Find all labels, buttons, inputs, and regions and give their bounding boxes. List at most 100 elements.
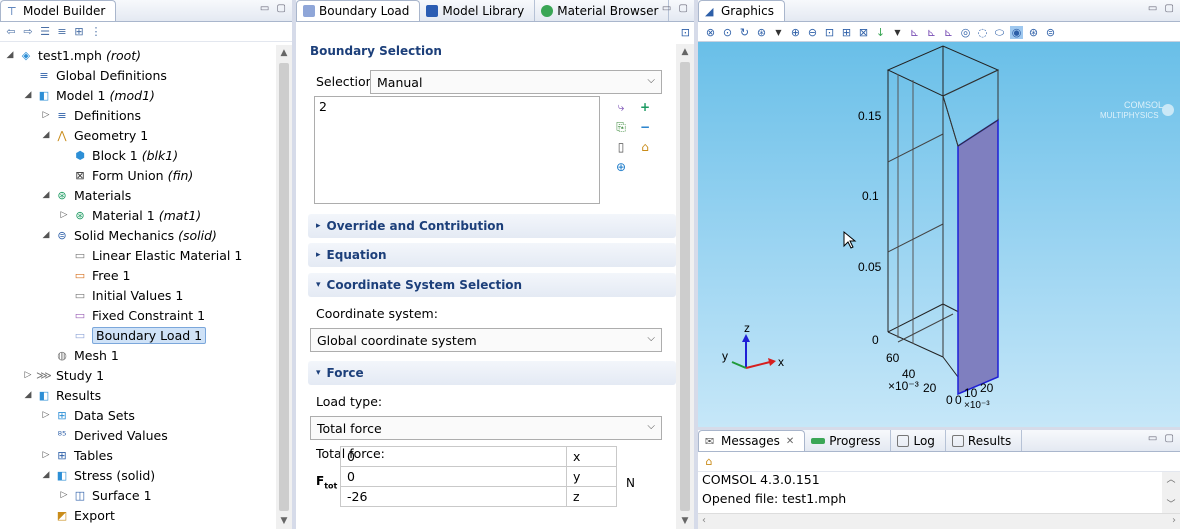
tree-node-material-1[interactable]: ▷ ⊛ Material 1 (mat1): [0, 205, 276, 225]
collapse-all-icon[interactable]: ≡: [55, 25, 69, 39]
selected-entity[interactable]: 2: [319, 99, 595, 114]
tree-node-tables[interactable]: ▷ ⊞ Tables: [0, 445, 276, 465]
dock-icon[interactable]: ⊡: [681, 26, 690, 39]
window-controls[interactable]: ▭ ▢: [260, 3, 288, 14]
tree-node-global-definitions[interactable]: ≡ Global Definitions: [0, 65, 276, 85]
tree-node-data-sets[interactable]: ▷ ⊞ Data Sets: [0, 405, 276, 425]
copy-selection-icon[interactable]: ⎘: [614, 120, 628, 134]
force-component-input[interactable]: 0: [340, 446, 567, 467]
expanded-triangle-icon[interactable]: ◢: [4, 50, 16, 60]
collapsed-triangle-icon[interactable]: ▷: [58, 210, 70, 220]
scroll-up-icon[interactable]: ︿: [1162, 472, 1180, 488]
view-dropdown-icon[interactable]: ▼: [891, 26, 904, 39]
clear-messages-icon[interactable]: ⌂: [702, 455, 716, 469]
axis-icon[interactable]: ↓: [874, 26, 887, 39]
model-tree-scrollbar[interactable]: ▲ ▼: [276, 45, 292, 529]
window-controls[interactable]: ▭ ▢: [662, 3, 690, 14]
selection-list[interactable]: 2: [314, 96, 600, 204]
view-zx-icon[interactable]: ⊾: [942, 26, 955, 39]
tab-model-builder[interactable]: ⊤ Model Builder: [0, 0, 117, 21]
scroll-down-icon[interactable]: ▼: [276, 513, 292, 529]
tree-node-linear-elastic-material-1[interactable]: ▭ Linear Elastic Material 1: [0, 245, 276, 265]
tab-results[interactable]: Results: [946, 430, 1023, 451]
scene-light-icon[interactable]: ◎: [959, 26, 972, 39]
tree-node-stress-solid[interactable]: ◢ ◧ Stress (solid): [0, 465, 276, 485]
zoom-selected-icon[interactable]: ⊞: [840, 26, 853, 39]
tree-view-icon[interactable]: ⊞: [72, 25, 86, 39]
coordinate-system-dropdown[interactable]: Global coordinate system ⌵: [310, 328, 662, 352]
collapsed-triangle-icon[interactable]: ▷: [22, 370, 34, 380]
expand-all-icon[interactable]: ☰: [38, 25, 52, 39]
print-icon[interactable]: ⊜: [1044, 26, 1057, 39]
tree-node-surface-1[interactable]: ▷ ◫ Surface 1: [0, 485, 276, 505]
clear-selection-icon[interactable]: ▯: [614, 140, 628, 154]
tree-node-study-1[interactable]: ▷ ⋙ Study 1: [0, 365, 276, 385]
force-component-input[interactable]: 0: [340, 466, 567, 487]
messages-hscrollbar[interactable]: ‹ ›: [698, 513, 1180, 529]
tree-node-free-1[interactable]: ▭ Free 1: [0, 265, 276, 285]
tree-node-definitions[interactable]: ▷ ≡ Definitions: [0, 105, 276, 125]
reset-icon[interactable]: ⊛: [1027, 26, 1040, 39]
zoom-out-icon[interactable]: ⊖: [806, 26, 819, 39]
scroll-down-icon[interactable]: ▼: [676, 513, 694, 529]
collapsed-triangle-icon[interactable]: ▷: [40, 450, 52, 460]
tab-boundary-load[interactable]: Boundary Load: [296, 0, 421, 21]
collapsed-triangle-icon[interactable]: ▷: [40, 110, 52, 120]
zoom-in-icon[interactable]: ⊕: [789, 26, 802, 39]
selection-dropdown[interactable]: Manual ⌵: [370, 70, 662, 94]
zoom-to-selection-icon[interactable]: ⊕: [614, 160, 628, 174]
wireframe-icon[interactable]: ⬭: [993, 26, 1006, 39]
rotate-icon[interactable]: ↻: [738, 26, 751, 39]
tree-node-geometry-1[interactable]: ◢ ⋀ Geometry 1: [0, 125, 276, 145]
model-3d-view[interactable]: 0.15 0.1 0.05 0 60 40 ×10⁻³ 20 0 0 10 20…: [698, 42, 1180, 427]
expanded-triangle-icon[interactable]: ◢: [40, 190, 52, 200]
expanded-triangle-icon[interactable]: ◢: [22, 90, 34, 100]
tree-node-form-union[interactable]: ⊠ Form Union (fin): [0, 165, 276, 185]
tab-progress[interactable]: Progress: [805, 430, 892, 451]
back-arrow-icon[interactable]: ⇦: [4, 25, 18, 39]
tree-node-test1-mph[interactable]: ◢ ◈ test1.mph (root): [0, 45, 276, 65]
scroll-thumb[interactable]: [680, 62, 690, 511]
hide-icon[interactable]: ⊗: [704, 26, 717, 39]
section-coordinate-system-selection[interactable]: ▾ Coordinate System Selection: [308, 273, 676, 297]
expanded-triangle-icon[interactable]: ◢: [40, 230, 52, 240]
view-yz-icon[interactable]: ⊾: [925, 26, 938, 39]
force-component-input[interactable]: -26: [340, 486, 567, 507]
settings-scrollbar[interactable]: ▲ ▼: [676, 44, 694, 529]
zoom-extents-icon[interactable]: ⊠: [857, 26, 870, 39]
tree-node-export[interactable]: ◩ Export: [0, 505, 276, 525]
forward-arrow-icon[interactable]: ⇨: [21, 25, 35, 39]
scroll-up-icon[interactable]: ▲: [276, 45, 292, 61]
graphics-canvas[interactable]: 0.15 0.1 0.05 0 60 40 ×10⁻³ 20 0 0 10 20…: [698, 42, 1180, 427]
dropdown-icon[interactable]: ▼: [772, 26, 785, 39]
show-icon[interactable]: ⊙: [721, 26, 734, 39]
expanded-triangle-icon[interactable]: ◢: [40, 130, 52, 140]
tab-model-library[interactable]: Model Library: [420, 0, 536, 21]
tree-node-block-1[interactable]: ⬢ Block 1 (blk1): [0, 145, 276, 165]
section-override-contribution[interactable]: ▸ Override and Contribution: [308, 214, 676, 238]
tree-node-results[interactable]: ◢ ◧ Results: [0, 385, 276, 405]
collapsed-triangle-icon[interactable]: ▷: [58, 490, 70, 500]
tree-node-derived-values[interactable]: ⁸⁵ Derived Values: [0, 425, 276, 445]
tab-material-browser[interactable]: Material Browser: [535, 0, 670, 21]
tree-node-solid-mechanics[interactable]: ◢ ⊜ Solid Mechanics (solid): [0, 225, 276, 245]
scroll-thumb[interactable]: [279, 63, 289, 511]
section-force[interactable]: ▾ Force: [308, 361, 676, 385]
close-icon[interactable]: ✕: [786, 436, 794, 447]
paste-selection-icon[interactable]: ⤷: [614, 100, 628, 114]
scroll-up-icon[interactable]: ▲: [676, 44, 694, 60]
tree-node-mesh-1[interactable]: ◍ Mesh 1: [0, 345, 276, 365]
zoom-box-icon[interactable]: ⊡: [823, 26, 836, 39]
tree-node-model-1[interactable]: ◢ ◧ Model 1 (mod1): [0, 85, 276, 105]
select-icon[interactable]: ⊛: [755, 26, 768, 39]
window-controls[interactable]: ▭ ▢: [1148, 3, 1176, 14]
section-equation[interactable]: ▸ Equation: [308, 243, 676, 267]
tree-node-initial-values-1[interactable]: ▭ Initial Values 1: [0, 285, 276, 305]
view-xy-icon[interactable]: ⊾: [908, 26, 921, 39]
add-to-selection-icon[interactable]: +: [638, 100, 652, 114]
render-icon[interactable]: ◉: [1010, 25, 1023, 39]
expanded-triangle-icon[interactable]: ◢: [22, 390, 34, 400]
tree-node-fixed-constraint-1[interactable]: ▭ Fixed Constraint 1: [0, 305, 276, 325]
scroll-left-icon[interactable]: ‹: [702, 515, 706, 526]
window-controls[interactable]: ▭ ▢: [1148, 433, 1176, 444]
